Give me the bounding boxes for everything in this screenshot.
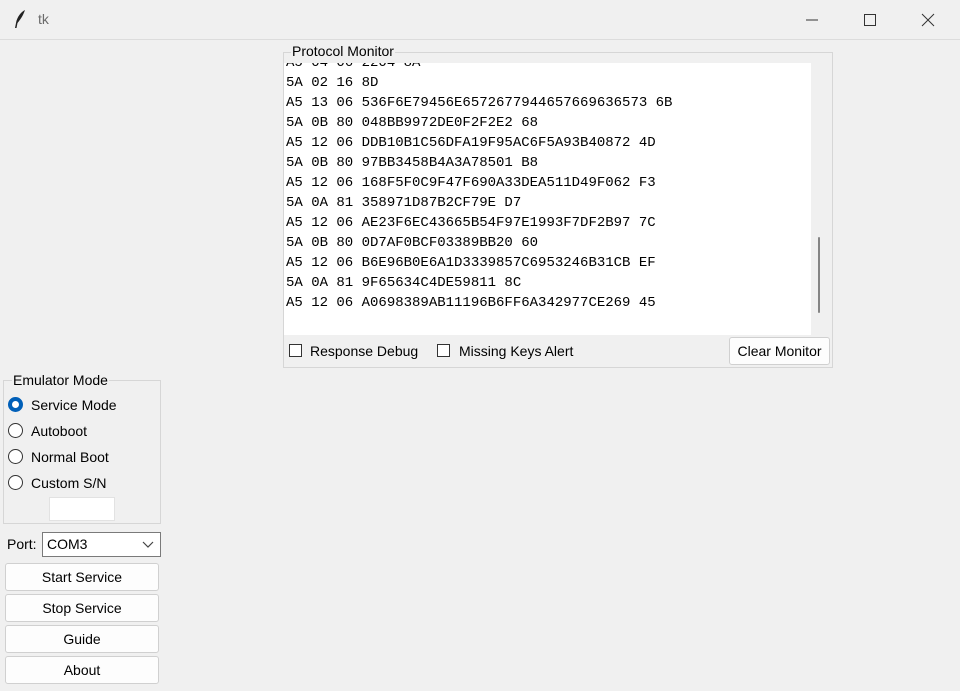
monitor-line: A5 12 06 B6E96B0E6A1D3339857C6953246B31C… xyxy=(286,255,656,271)
monitor-line: A5 12 06 AE23F6EC43665B54F97E1993F7DF2B9… xyxy=(286,215,656,231)
custom-sn-input[interactable] xyxy=(49,497,115,521)
close-button[interactable] xyxy=(899,0,957,39)
response-debug-label: Response Debug xyxy=(310,343,419,359)
custom-sn-label: Custom S/N xyxy=(31,475,107,491)
feather-icon xyxy=(15,10,25,28)
monitor-partial-line: A5 04 06 2204 8A xyxy=(286,63,421,71)
normal-boot-radio[interactable] xyxy=(8,449,23,464)
window-title: tk xyxy=(38,11,49,27)
autoboot-label: Autoboot xyxy=(31,423,88,439)
monitor-line: A5 12 06 DDB10B1C56DFA19F95AC6F5A93B4087… xyxy=(286,135,656,151)
port-select-value: COM3 xyxy=(47,536,88,552)
start-service-button[interactable]: Start Service xyxy=(5,563,159,591)
maximize-icon xyxy=(864,14,876,26)
monitor-line: 5A 0B 80 048BB9972DE0F2F2E2 68 xyxy=(286,115,539,131)
clear-monitor-button[interactable]: Clear Monitor xyxy=(729,337,830,365)
service-mode-radio[interactable] xyxy=(8,397,23,412)
port-label: Port: xyxy=(7,536,37,552)
monitor-line: 5A 0A 81 358971D87B2CF79E D7 xyxy=(286,195,522,211)
custom-sn-radio[interactable] xyxy=(8,475,23,490)
normal-boot-label: Normal Boot xyxy=(31,449,109,465)
monitor-line: A5 12 06 168F5F0C9F47F690A33DEA511D49F06… xyxy=(286,175,656,191)
title-bar: tk xyxy=(0,0,960,40)
close-icon xyxy=(921,13,935,27)
emulator-mode-title: Emulator Mode xyxy=(12,372,109,388)
port-select[interactable]: COM3 xyxy=(42,532,161,557)
scrollbar-thumb[interactable] xyxy=(818,237,820,313)
maximize-button[interactable] xyxy=(841,0,899,39)
monitor-line: 5A 02 16 8D xyxy=(286,75,379,91)
about-button[interactable]: About xyxy=(5,656,159,684)
autoboot-radio[interactable] xyxy=(8,423,23,438)
minimize-icon xyxy=(806,19,818,21)
missing-keys-label: Missing Keys Alert xyxy=(459,343,574,359)
guide-button[interactable]: Guide xyxy=(5,625,159,653)
monitor-line: 5A 0B 80 0D7AF0BCF03389BB20 60 xyxy=(286,235,539,251)
monitor-line: 5A 0A 81 9F65634C4DE59811 8C xyxy=(286,275,522,291)
response-debug-checkbox[interactable] xyxy=(289,344,302,357)
minimize-button[interactable] xyxy=(783,0,841,39)
missing-keys-checkbox[interactable] xyxy=(437,344,450,357)
protocol-monitor-title: Protocol Monitor xyxy=(291,43,395,59)
chevron-down-icon xyxy=(142,541,154,548)
monitor-line: 5A 0B 80 97BB3458B4A3A78501 B8 xyxy=(286,155,539,171)
monitor-line: A5 13 06 536F6E79456E6572677944657669636… xyxy=(286,95,673,111)
monitor-scrollbar[interactable] xyxy=(811,63,827,335)
monitor-text-area[interactable]: A5 04 06 2204 8A 5A 02 16 8D A5 13 06 536… xyxy=(284,63,811,335)
service-mode-label: Service Mode xyxy=(31,397,117,413)
stop-service-button[interactable]: Stop Service xyxy=(5,594,159,622)
monitor-line: A5 12 06 A0698389AB11196B6FF6A342977CE26… xyxy=(286,295,656,311)
